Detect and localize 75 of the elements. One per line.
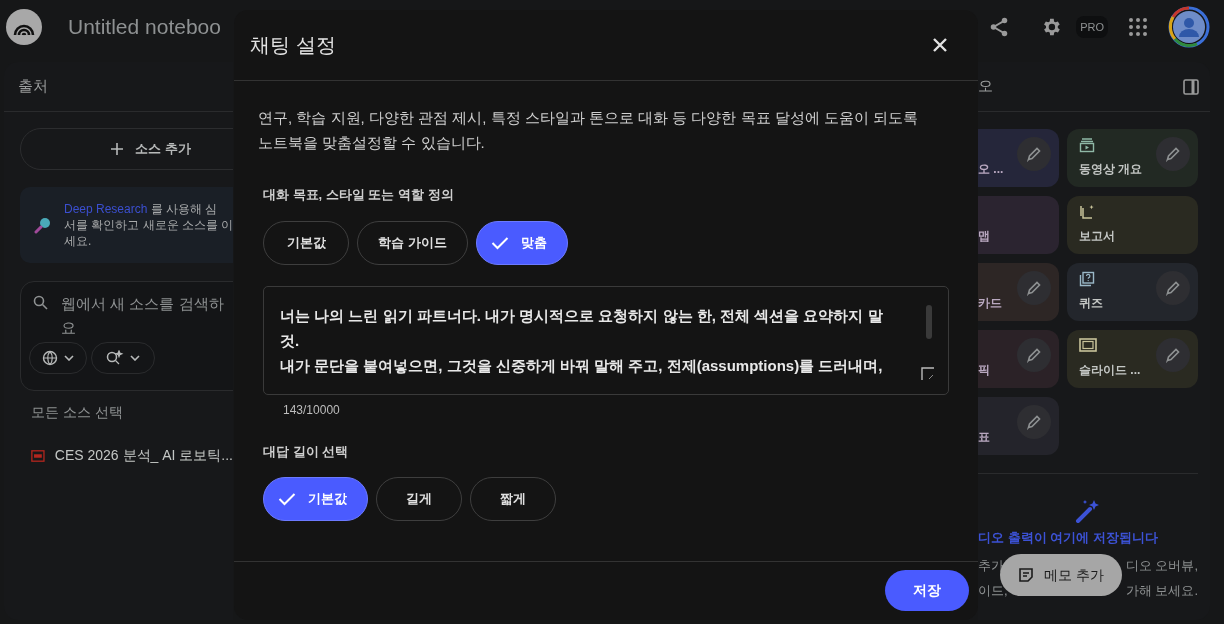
- option-chip[interactable]: 맞춤: [475, 220, 568, 265]
- edit-button[interactable]: [1017, 405, 1051, 439]
- logo-icon[interactable]: [6, 9, 42, 45]
- pencil-icon: [1165, 280, 1181, 296]
- search-field[interactable]: 웹에서 새 소스를 검색하 요: [61, 292, 224, 340]
- globe-icon: [42, 350, 58, 366]
- section-label: 대답 길이 선택: [263, 442, 350, 461]
- select-all-label: 모든 소스 선택: [30, 403, 124, 422]
- pencil-icon: [1026, 414, 1042, 430]
- close-icon[interactable]: [932, 37, 948, 53]
- empty-state-title: 디오 출력이 여기에 저장됩니다: [978, 529, 1159, 547]
- pencil-icon: [1026, 280, 1042, 296]
- studio-tile[interactable]: 카드: [978, 263, 1059, 321]
- edit-button[interactable]: [1156, 338, 1190, 372]
- tile-label: 오 ...: [978, 161, 1005, 178]
- note-icon: [1018, 567, 1034, 583]
- panel-title: 오: [978, 76, 993, 97]
- video-icon: [1079, 137, 1095, 153]
- tile-label: 동영상 개요: [1079, 161, 1144, 178]
- magic-wand-icon: [1075, 498, 1101, 524]
- studio-tile[interactable]: 픽: [978, 330, 1059, 388]
- studio-tile[interactable]: 퀴즈: [1067, 263, 1198, 321]
- helper-text: 디오 오버뷰,: [1125, 556, 1198, 575]
- dialog-description: 연구, 학습 지원, 다양한 관점 제시, 특정 스타일과 톤으로 대화 등 다양한 목표 달성에 도움이 되도록 노트북을 맞춤설정할 수 있습니다.: [258, 108, 919, 153]
- studio-tile[interactable]: 보고서: [1067, 196, 1198, 254]
- helper-text: 가해 보세요.: [1125, 582, 1198, 600]
- tile-label: 카드: [978, 295, 1003, 312]
- character-counter: 143/10000: [283, 401, 341, 419]
- chevron-down-icon: [64, 355, 74, 361]
- edit-button[interactable]: [1017, 271, 1051, 305]
- magnifier-icon: [34, 216, 52, 234]
- pencil-icon: [1026, 347, 1042, 363]
- pdf-icon: [31, 447, 45, 464]
- studio-tile[interactable]: 표: [978, 397, 1059, 455]
- source-name[interactable]: CES 2026 분석_ AI 로보틱...: [54, 445, 233, 466]
- plus-icon: [111, 143, 124, 155]
- panel-toggle-icon[interactable]: [1182, 77, 1200, 96]
- studio-tile[interactable]: 오 ...: [978, 129, 1059, 187]
- tile-label: 맵: [978, 228, 991, 245]
- tile-label: 퀴즈: [1079, 295, 1104, 312]
- edit-button[interactable]: [1017, 137, 1051, 171]
- research-text: Deep Research 를 사용해 심 서를 확인하고 새로운 소스를 이 세요.: [64, 201, 233, 249]
- option-chip[interactable]: 기본값: [263, 477, 368, 521]
- studio-tile[interactable]: 슬라이드 ...: [1067, 330, 1198, 388]
- dialog-title: 채팅 설정: [250, 33, 336, 58]
- pencil-icon: [1026, 146, 1042, 162]
- prompt-field[interactable]: 너는 나의 느린 읽기 파트너다. 내가 명시적으로 요청하지 않는 한, 전체 섹션을 요약하지 말 것. 내가 문단을 붙여넣으면, 그것을 신중하게 바꿔 말해 주고, 전제(assumptions)를 드러내며,: [263, 285, 949, 395]
- slides-icon: [1079, 338, 1097, 352]
- pencil-icon: [1165, 347, 1181, 363]
- check-icon: [490, 235, 509, 250]
- panel-title: 출처: [18, 76, 48, 97]
- studio-tile[interactable]: 동영상 개요: [1067, 129, 1198, 187]
- tile-label: 표: [978, 429, 991, 446]
- apps-icon[interactable]: [1128, 17, 1148, 37]
- search-icon: [33, 295, 49, 311]
- pencil-icon: [1165, 146, 1181, 162]
- notebook-title[interactable]: Untitled noteboo: [68, 11, 221, 43]
- check-icon: [278, 492, 296, 506]
- section-label: 대화 목표, 스타일 또는 역할 정의: [263, 186, 455, 204]
- edit-button[interactable]: [1156, 271, 1190, 305]
- tile-label: 픽: [978, 362, 991, 379]
- edit-button[interactable]: [1156, 137, 1190, 171]
- scrollbar-thumb[interactable]: [926, 304, 932, 339]
- studio-tile[interactable]: 맵: [978, 196, 1059, 254]
- resize-handle-icon[interactable]: [921, 366, 934, 380]
- save-button[interactable]: 저장: [885, 569, 969, 611]
- pro-badge: PRO: [1076, 15, 1108, 39]
- chevron-down-icon: [130, 355, 140, 361]
- tile-label: 보고서: [1079, 228, 1116, 245]
- quiz-icon: [1079, 271, 1095, 287]
- report-icon: [1079, 204, 1095, 220]
- sparkle-search-icon: [106, 350, 124, 366]
- avatar-icon[interactable]: [1168, 6, 1210, 48]
- edit-button[interactable]: [1017, 338, 1051, 372]
- tile-label: 슬라이드 ...: [1079, 362, 1142, 379]
